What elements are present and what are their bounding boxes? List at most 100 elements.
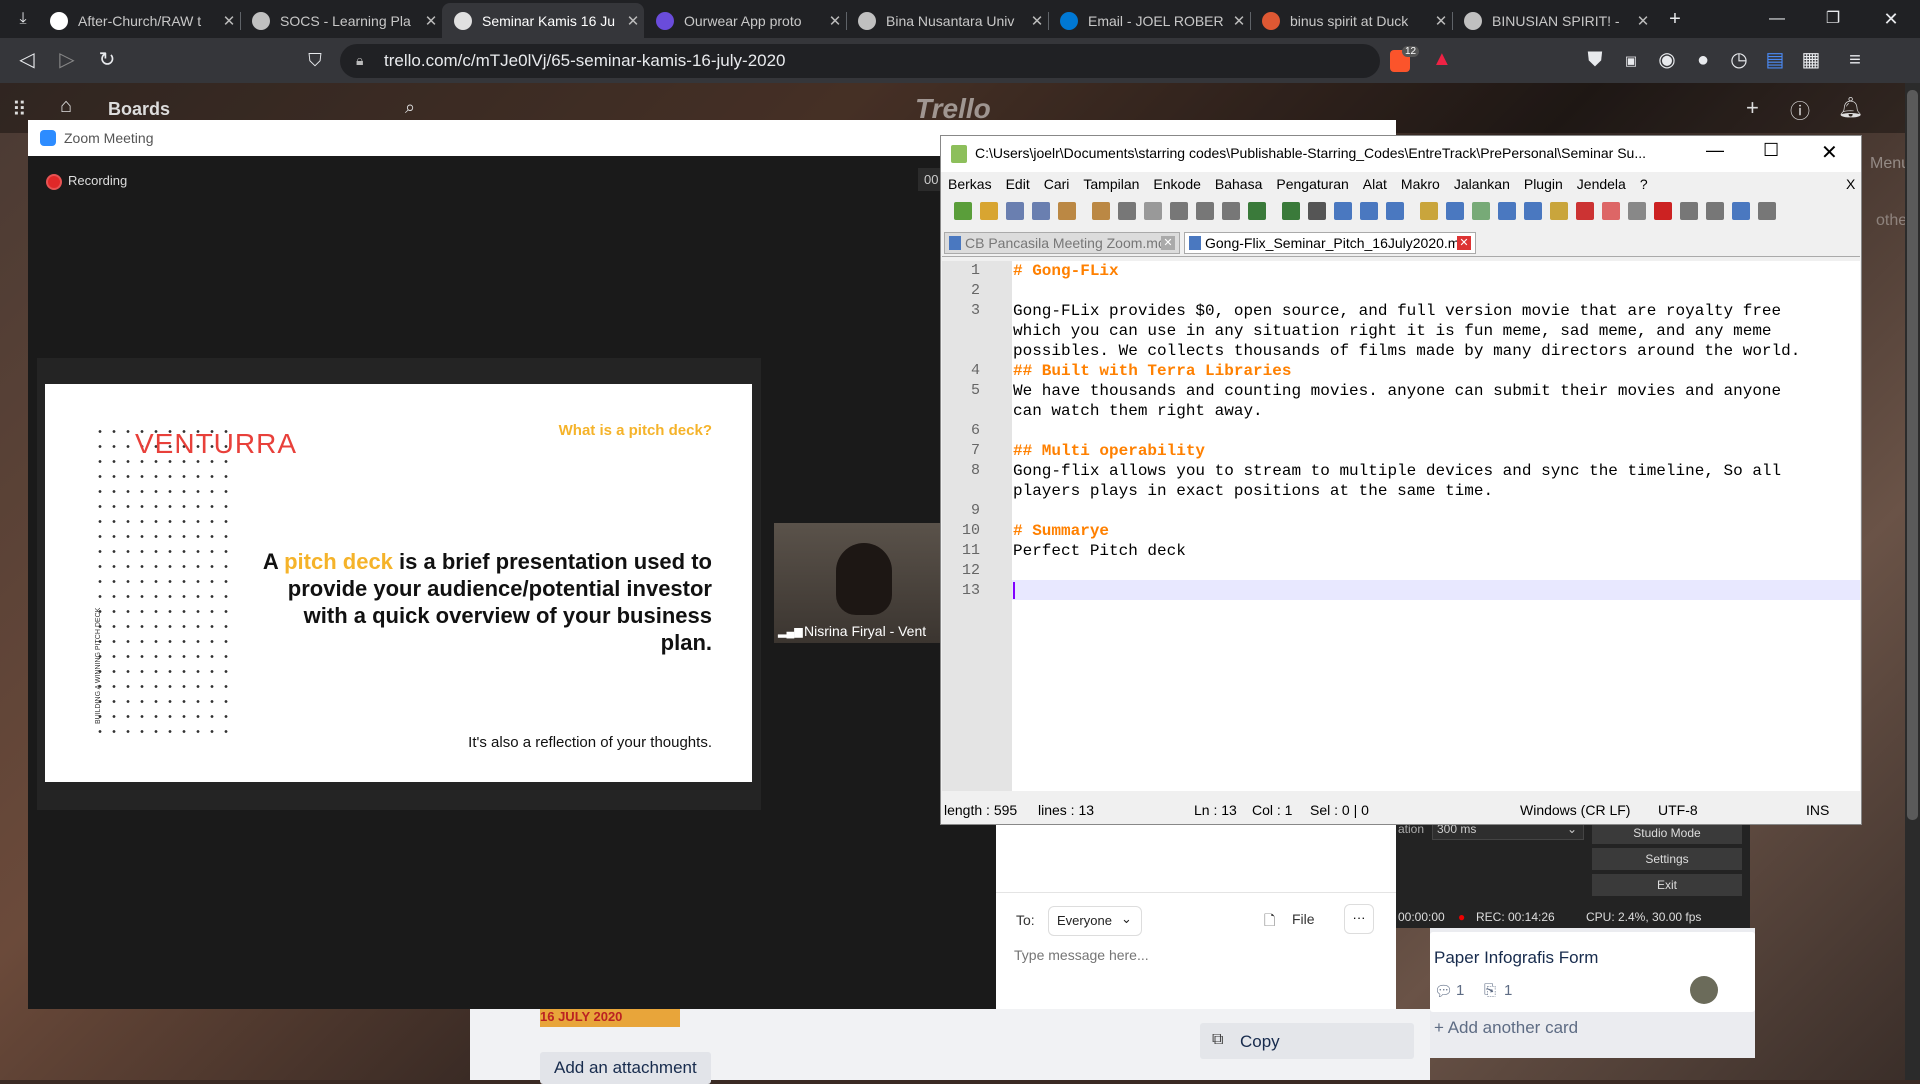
toolbar-tool-icon[interactable]	[1550, 202, 1568, 220]
boards-button[interactable]: Boards	[108, 99, 170, 120]
toolbar-tool-icon[interactable]	[1308, 202, 1326, 220]
toolbar-tool-icon[interactable]	[1282, 202, 1300, 220]
participant-video[interactable]: ▂▄▆ Nisrina Firyal - Vent	[774, 523, 944, 643]
bitwarden-icon[interactable]: ⛊	[1580, 38, 1610, 83]
toolbar-tool-icon[interactable]	[1118, 202, 1136, 220]
browser-tab[interactable]: BINUSIAN SPIRIT! - ✕	[1452, 3, 1654, 38]
code-line[interactable]: Gong-FLix provides $0, open source, and …	[1013, 302, 1781, 320]
status-eol[interactable]: Windows (CR LF)	[1520, 802, 1630, 818]
code-line[interactable]: # Gong-FLix	[1013, 262, 1119, 280]
avatar[interactable]	[1690, 976, 1718, 1004]
forward-icon[interactable]: ▷	[52, 38, 82, 83]
code-line[interactable]: ## Multi operability	[1013, 442, 1205, 460]
tab-close-icon[interactable]: ✕	[1026, 12, 1048, 30]
document-tab[interactable]: CB Pancasila Meeting Zoom.md ✕	[944, 232, 1180, 254]
toolbar-tool-icon[interactable]	[1602, 202, 1620, 220]
create-icon[interactable]: +	[1746, 95, 1759, 121]
obs-settings-button[interactable]: Settings	[1592, 848, 1742, 870]
toolbar-tool-icon[interactable]	[1654, 202, 1672, 220]
copy-button[interactable]: ⧉ Copy	[1200, 1023, 1414, 1059]
toolbar-tool-icon[interactable]	[1092, 202, 1110, 220]
address-bar[interactable]: 🔒︎ trello.com/c/mTJe0lVj/65-seminar-kami…	[340, 44, 1452, 78]
menu-item[interactable]: Makro	[1401, 176, 1440, 192]
toolbar-tool-icon[interactable]	[1576, 202, 1594, 220]
notification-icon[interactable]: 🔔︎	[1838, 95, 1863, 120]
toolbar-tool-icon[interactable]	[1248, 202, 1266, 220]
obs-exit-button[interactable]: Exit	[1592, 874, 1742, 896]
code-line[interactable]: which you can use in any situation right…	[1013, 322, 1772, 340]
toolbar-tool-icon[interactable]	[1386, 202, 1404, 220]
tab-close-icon[interactable]: ✕	[824, 12, 846, 30]
toolbar-tool-icon[interactable]	[1222, 202, 1240, 220]
trello-card[interactable]: Paper Infografis Form 💬︎ 1 ⎘ 1	[1430, 932, 1755, 1012]
code-line[interactable]: We have thousands and counting movies. a…	[1013, 382, 1781, 400]
tab-close-icon[interactable]: ✕	[1228, 12, 1250, 30]
tab-close-icon[interactable]: ✕	[1457, 236, 1471, 250]
download-icon[interactable]: ⤓	[8, 0, 38, 38]
editor-area[interactable]	[1012, 261, 1860, 791]
browser-tab[interactable]: Ourwear App proto ✕	[644, 3, 846, 38]
tab-close-icon[interactable]: ✕	[1161, 236, 1175, 250]
toolbar-tool-icon[interactable]	[1006, 202, 1024, 220]
home-icon[interactable]: ⌂	[60, 95, 72, 118]
menu-item[interactable]: Tampilan	[1083, 176, 1139, 192]
toolbar-tool-icon[interactable]	[1732, 202, 1750, 220]
toolbar-tool-icon[interactable]	[1196, 202, 1214, 220]
chat-recipient-select[interactable]: Everyone ⌄	[1048, 906, 1142, 936]
chat-more-button[interactable]: ···	[1344, 904, 1374, 934]
chat-file-button[interactable]: 🗋︎ File	[1264, 906, 1324, 934]
menu-item[interactable]: Plugin	[1524, 176, 1563, 192]
toolbar-tool-icon[interactable]	[1498, 202, 1516, 220]
search-icon[interactable]: ⌕	[405, 97, 415, 118]
menu-item[interactable]: Berkas	[948, 176, 992, 192]
status-encoding[interactable]: UTF-8	[1658, 802, 1698, 818]
apps-icon[interactable]: ⠿	[12, 97, 27, 122]
tab-close-icon[interactable]: ✕	[420, 12, 442, 30]
reload-icon[interactable]: ↻	[92, 38, 122, 83]
close-icon[interactable]: ✕	[1821, 140, 1838, 165]
browser-tab[interactable]: Bina Nusantara Univ ✕	[846, 3, 1048, 38]
attachment-thumbnail[interactable]: 16 JULY 2020	[540, 1009, 680, 1027]
toolbar-tool-icon[interactable]	[1058, 202, 1076, 220]
code-line[interactable]: players plays in exact positions at the …	[1013, 482, 1493, 500]
tab-close-icon[interactable]: ✕	[1632, 12, 1654, 30]
github-ext-icon[interactable]: ●	[1688, 38, 1718, 83]
toolbar-tool-icon[interactable]	[1334, 202, 1352, 220]
studio-mode-button[interactable]: Studio Mode	[1592, 822, 1742, 844]
restore-icon[interactable]: ❐	[1818, 0, 1848, 38]
toolbar-tool-icon[interactable]	[1706, 202, 1724, 220]
extension-bulb-icon[interactable]: ◉	[1652, 38, 1682, 83]
toolbar-tool-icon[interactable]	[954, 202, 972, 220]
brave-rewards-icon[interactable]: ▲	[1432, 48, 1452, 71]
toolbar-tool-icon[interactable]	[1680, 202, 1698, 220]
minimize-icon[interactable]: —	[1706, 140, 1724, 161]
toolbar-tool-icon[interactable]	[1472, 202, 1490, 220]
browser-tab[interactable]: Seminar Kamis 16 Ju ✕	[442, 3, 644, 38]
menu-item[interactable]: Alat	[1363, 176, 1387, 192]
menu-item[interactable]: Enkode	[1153, 176, 1200, 192]
toolbar-tool-icon[interactable]	[1524, 202, 1542, 220]
tab-close-icon[interactable]: ✕	[622, 12, 644, 30]
menu-item[interactable]: Cari	[1044, 176, 1070, 192]
extension-clock-icon[interactable]: ◷	[1724, 38, 1754, 83]
add-attachment-button[interactable]: Add an attachment	[540, 1052, 711, 1084]
toolbar-tool-icon[interactable]	[1032, 202, 1050, 220]
new-tab-button[interactable]: +	[1660, 0, 1690, 38]
menu-item[interactable]: Jalankan	[1454, 176, 1510, 192]
toolbar-tool-icon[interactable]	[1420, 202, 1438, 220]
browser-tab[interactable]: After-Church/RAW t ✕	[38, 3, 240, 38]
browser-tab[interactable]: Email - JOEL ROBER ✕	[1048, 3, 1250, 38]
toolbar-tool-icon[interactable]	[980, 202, 998, 220]
browser-tab[interactable]: binus spirit at Duck ✕	[1250, 3, 1452, 38]
browser-tab[interactable]: SOCS - Learning Pla ✕	[240, 3, 442, 38]
toolbar-tool-icon[interactable]	[1144, 202, 1162, 220]
close-doc-button[interactable]: X	[1846, 176, 1855, 192]
menu-item[interactable]: Pengaturan	[1276, 176, 1348, 192]
menu-item[interactable]: Bahasa	[1215, 176, 1262, 192]
close-icon[interactable]: ✕	[1876, 0, 1906, 38]
menu-item[interactable]: Edit	[1006, 176, 1030, 192]
document-tab[interactable]: Gong-Flix_Seminar_Pitch_16July2020.md ✕	[1184, 232, 1476, 254]
code-line[interactable]: ## Built with Terra Libraries	[1013, 362, 1291, 380]
chat-message-input[interactable]	[1012, 940, 1376, 970]
info-icon[interactable]: ⓘ	[1790, 95, 1810, 124]
